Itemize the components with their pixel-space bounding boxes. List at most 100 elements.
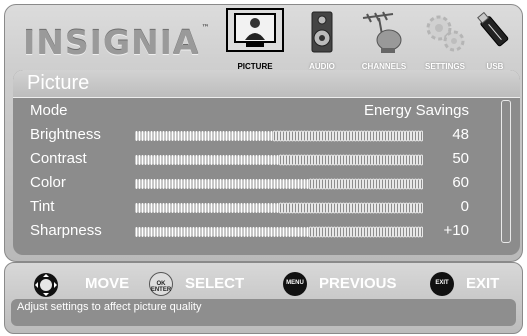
slider-segment-filled (159, 131, 162, 141)
slider-segment-filled (216, 203, 219, 213)
slider-segment-empty (408, 154, 411, 166)
slider-segment-filled (252, 227, 255, 237)
slider-segment-filled (135, 179, 138, 189)
slider-segment-filled (228, 131, 231, 141)
slider-segment-empty (402, 202, 405, 214)
slider-segment-filled (210, 179, 213, 189)
slider-segment-empty (318, 154, 321, 166)
tab-channels[interactable]: CHANNELS (352, 8, 416, 74)
slider-segment-filled (270, 227, 273, 237)
slider-segment-filled (276, 227, 279, 237)
slider-segment-empty (396, 178, 399, 190)
slider-segment-filled (273, 227, 276, 237)
slider-segment-filled (213, 203, 216, 213)
slider-segment-filled (243, 155, 246, 165)
slider-segment-filled (201, 131, 204, 141)
slider-segment-empty (339, 202, 342, 214)
slider-track[interactable] (135, 154, 423, 166)
slider-segment-empty (306, 154, 309, 166)
mode-row[interactable]: Mode Energy Savings (13, 99, 493, 123)
slider-segment-empty (312, 130, 315, 142)
slider-row-brightness[interactable]: Brightness 48 (13, 123, 493, 147)
slider-segment-filled (213, 179, 216, 189)
slider-segment-empty (363, 154, 366, 166)
slider-row-tint[interactable]: Tint 0 (13, 195, 493, 219)
slider-segment-filled (264, 155, 267, 165)
slider-segment-empty (366, 202, 369, 214)
help-text: Adjust settings to affect picture qualit… (17, 301, 202, 313)
slider-segment-empty (327, 154, 330, 166)
slider-row-sharpness[interactable]: Sharpness +10 (13, 219, 493, 243)
slider-segment-empty (321, 178, 324, 190)
slider-segment-filled (156, 203, 159, 213)
slider-segment-filled (195, 227, 198, 237)
slider-segment-filled (204, 227, 207, 237)
slider-segment-empty (339, 130, 342, 142)
slider-segment-empty (357, 130, 360, 142)
slider-segment-filled (210, 131, 213, 141)
slider-segment-empty (420, 154, 423, 166)
slider-segment-empty (396, 202, 399, 214)
slider-segment-filled (252, 155, 255, 165)
slider-segment-empty (405, 178, 408, 190)
slider-segment-filled (168, 131, 171, 141)
slider-segment-empty (393, 226, 396, 238)
slider-segment-filled (261, 203, 264, 213)
tab-settings[interactable]: SETTINGS (417, 8, 473, 74)
slider-segment-empty (351, 154, 354, 166)
slider-segment-filled (288, 227, 291, 237)
tab-audio[interactable]: AUDIO (295, 8, 349, 74)
slider-row-contrast[interactable]: Contrast 50 (13, 147, 493, 171)
slider-segment-filled (189, 179, 192, 189)
slider-segment-filled (291, 227, 294, 237)
slider-segment-filled (270, 203, 273, 213)
slider-segment-filled (159, 155, 162, 165)
slider-track[interactable] (135, 178, 423, 190)
slider-segment-filled (159, 227, 162, 237)
slider-segment-empty (381, 178, 384, 190)
slider-segment-empty (363, 202, 366, 214)
slider-segment-filled (204, 203, 207, 213)
slider-segment-filled (156, 131, 159, 141)
slider-segment-filled (297, 179, 300, 189)
slider-segment-empty (342, 178, 345, 190)
slider-segment-empty (285, 154, 288, 166)
slider-track[interactable] (135, 202, 423, 214)
slider-row-color[interactable]: Color 60 (13, 171, 493, 195)
slider-segment-filled (195, 131, 198, 141)
slider-segment-filled (177, 179, 180, 189)
slider-segment-empty (399, 226, 402, 238)
exit-button-icon: EXIT (430, 272, 454, 296)
slider-segment-empty (333, 130, 336, 142)
slider-segment-filled (216, 131, 219, 141)
slider-segment-filled (228, 203, 231, 213)
slider-segment-empty (384, 154, 387, 166)
slider-segment-empty (312, 226, 315, 238)
slider-segment-filled (144, 203, 147, 213)
slider-segment-empty (411, 130, 414, 142)
slider-segment-filled (225, 131, 228, 141)
slider-segment-empty (354, 202, 357, 214)
slider-segment-empty (399, 178, 402, 190)
slider-value: +10 (443, 222, 469, 239)
slider-segment-filled (222, 131, 225, 141)
slider-segment-filled (243, 131, 246, 141)
slider-segment-empty (399, 130, 402, 142)
slider-segment-empty (303, 154, 306, 166)
slider-segment-empty (381, 130, 384, 142)
slider-segment-empty (369, 130, 372, 142)
slider-segment-filled (192, 227, 195, 237)
slider-segment-empty (327, 130, 330, 142)
scrollbar[interactable] (501, 100, 511, 243)
slider-segment-empty (372, 178, 375, 190)
slider-track[interactable] (135, 226, 423, 238)
slider-segment-filled (225, 203, 228, 213)
slider-segment-empty (354, 178, 357, 190)
slider-track[interactable] (135, 130, 423, 142)
tab-usb[interactable]: USB (473, 8, 517, 74)
slider-segment-empty (318, 178, 321, 190)
slider-segment-filled (183, 155, 186, 165)
slider-segment-empty (360, 226, 363, 238)
tab-picture[interactable]: PICTURE (223, 8, 287, 74)
slider-segment-filled (138, 155, 141, 165)
